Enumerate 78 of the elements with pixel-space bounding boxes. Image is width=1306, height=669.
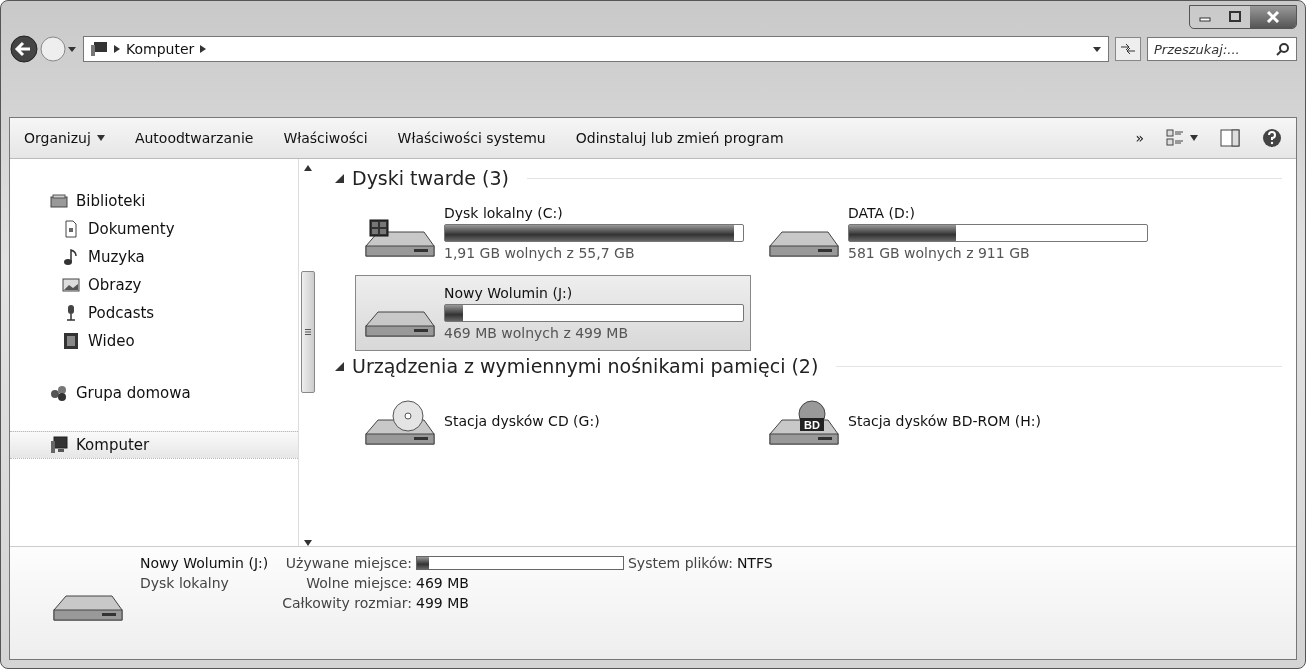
property-label: Całkowity rozmiar: xyxy=(282,595,412,611)
library-icon xyxy=(50,192,68,210)
bd-drive-icon xyxy=(769,400,839,445)
drive-name: Dysk lokalny (C:) xyxy=(444,205,564,221)
homegroup-icon xyxy=(50,384,68,402)
sidebar-item[interactable]: Biblioteki xyxy=(10,187,298,215)
toolbar-button[interactable]: Właściwości xyxy=(283,126,368,150)
collapse-icon[interactable] xyxy=(335,361,344,371)
sidebar-item[interactable]: Obrazy xyxy=(10,271,298,299)
close-icon xyxy=(1266,11,1280,23)
refresh-button[interactable] xyxy=(1115,37,1141,61)
property-value: 499 MB xyxy=(416,595,470,611)
property-label: Używane miejsce: xyxy=(284,555,412,571)
sidebar-item[interactable]: Komputer xyxy=(10,431,298,459)
toolbar-button[interactable]: Właściwości systemu xyxy=(397,126,546,150)
search-input[interactable]: Przeszukaj:... xyxy=(1152,40,1276,58)
dropdown-icon[interactable] xyxy=(1092,45,1102,53)
hard-drive-icon xyxy=(769,231,839,257)
drive-name: Stacja dysków BD-ROM (H:) xyxy=(848,413,1041,429)
sidebar-item[interactable]: Grupa domowa xyxy=(10,379,298,407)
back-button[interactable] xyxy=(9,34,39,64)
more-button[interactable]: » xyxy=(1135,126,1144,150)
hard-drive-icon xyxy=(365,311,435,337)
drive-tile[interactable]: BD Stacja dysków BD-ROM (H:) xyxy=(759,383,1155,459)
property-value: NTFS xyxy=(736,555,773,571)
document-icon xyxy=(62,220,80,238)
chevron-icon xyxy=(200,45,207,53)
drive-name: Nowy Wolumin (J:) xyxy=(140,555,269,571)
collapse-icon[interactable] xyxy=(335,173,344,183)
search-icon xyxy=(1276,42,1290,56)
dropdown-icon xyxy=(1190,135,1198,141)
computer-icon xyxy=(50,436,68,454)
scrollbar[interactable] xyxy=(298,159,317,546)
maximize-icon xyxy=(1228,11,1242,23)
sidebar-item[interactable]: Muzyka xyxy=(10,243,298,271)
system-drive-icon xyxy=(365,219,435,257)
group-title: Dyski twarde (3) xyxy=(352,167,509,189)
dropdown-icon xyxy=(96,135,105,141)
free-space-text: 1,91 GB wolnych z 55,7 GB xyxy=(444,245,636,261)
music-note-icon xyxy=(62,248,80,266)
address-bar[interactable]: Komputer xyxy=(83,36,1109,62)
picture-icon xyxy=(62,276,80,294)
bd-label: BD xyxy=(804,419,820,431)
search-field[interactable]: Przeszukaj:... xyxy=(1147,37,1297,61)
sidebar-item[interactable]: Dokumenty xyxy=(10,215,298,243)
scroll-thumb[interactable] xyxy=(301,271,315,393)
drive-type: Dysk lokalny xyxy=(140,575,230,591)
drive-tile[interactable]: DATA (D:) 581 GB wolnych z 911 GB xyxy=(759,195,1155,271)
refresh-icon xyxy=(1120,43,1136,55)
breadcrumb[interactable]: Komputer xyxy=(126,41,195,57)
property-label: Wolne miejsce: xyxy=(305,575,412,591)
drive-name: Nowy Wolumin (J:) xyxy=(444,285,574,301)
sidebar-item[interactable]: Wideo xyxy=(10,327,298,355)
property-label: System plików: xyxy=(628,555,733,571)
drive-tile[interactable]: Dysk lokalny (C:) 1,91 GB wolnych z 55,7 GB xyxy=(355,195,751,271)
group-header[interactable]: Urządzenia z wymiennymi nośnikami pamięci (2) xyxy=(335,355,1282,377)
computer-icon xyxy=(90,41,108,57)
cd-drive-icon xyxy=(365,400,435,445)
close-button[interactable] xyxy=(1250,6,1296,28)
hard-drive-icon xyxy=(53,595,123,621)
film-icon xyxy=(62,332,80,350)
group-title: Urządzenia z wymiennymi nośnikami pamięci (2) xyxy=(352,355,819,377)
drive-tile[interactable]: Stacja dysków CD (G:) xyxy=(355,383,751,459)
drive-name: Stacja dysków CD (G:) xyxy=(444,413,600,429)
chevron-icon xyxy=(114,45,120,53)
drive-tile[interactable]: Nowy Wolumin (J:) 469 MB wolnych z 499 MB xyxy=(355,275,751,351)
group-header[interactable]: Dyski twarde (3) xyxy=(335,167,1282,189)
toolbar-button[interactable]: Odinstaluj lub zmień program xyxy=(575,126,784,150)
sidebar-item[interactable]: Podcasts xyxy=(10,299,298,327)
free-space-text: 469 MB wolnych z 499 MB xyxy=(444,325,630,341)
view-icon xyxy=(1166,129,1184,147)
scroll-up-icon[interactable] xyxy=(304,165,312,171)
history-dropdown[interactable] xyxy=(67,45,77,53)
toolbar-button[interactable]: Organizuj xyxy=(24,126,105,150)
free-space-text: 581 GB wolnych z 911 GB xyxy=(848,245,1031,261)
toolbar-button[interactable]: Autoodtwarzanie xyxy=(134,126,254,150)
drive-name: DATA (D:) xyxy=(848,205,916,221)
property-value: 469 MB xyxy=(416,575,470,591)
